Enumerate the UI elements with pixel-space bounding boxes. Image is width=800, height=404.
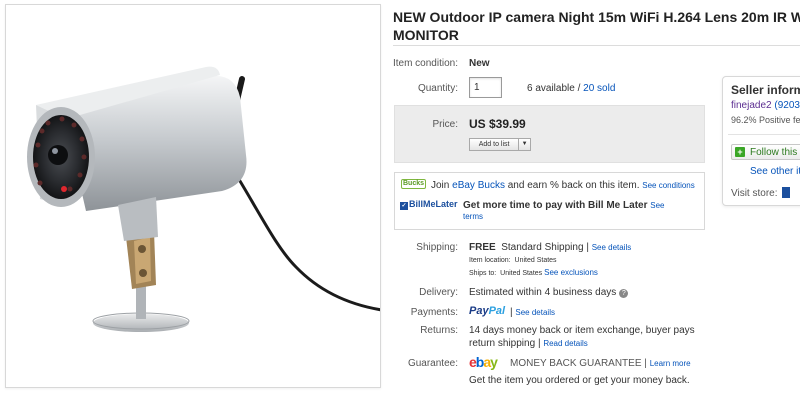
money-back-guarantee-row: MONEY BACK GUARANTEE | Learn more xyxy=(510,358,691,369)
follow-label: Follow this xyxy=(750,147,798,158)
bml-terms-link[interactable]: terms xyxy=(463,212,483,221)
returns-label: Returns: xyxy=(420,325,458,336)
ships-to-value: United States xyxy=(500,270,543,277)
returns-line2-row: return shipping | Read details xyxy=(469,338,588,349)
title-divider xyxy=(393,45,800,46)
bucks-earn-text: and earn % back on this item. xyxy=(507,180,640,191)
ebay-logo-y: y xyxy=(490,354,498,370)
item-location-value: United States xyxy=(514,257,557,264)
product-image xyxy=(27,66,380,332)
paypal-logo-pay: Pay xyxy=(469,305,489,317)
bucks-join-text: Join xyxy=(431,180,450,191)
price-value: US $39.99 xyxy=(469,117,526,131)
quantity-availability: 6 available / 20 sold xyxy=(527,83,615,94)
visit-store-row: Visit store: xyxy=(731,187,790,199)
condition-label: Item condition: xyxy=(392,58,458,69)
ebay-bucks-link[interactable]: eBay Bucks xyxy=(452,180,505,191)
seller-name-row: finejade2 (9203 xyxy=(731,100,800,111)
condition-value: New xyxy=(469,58,490,69)
add-to-list-button[interactable]: Add to list ▼ xyxy=(469,138,531,151)
ebay-bucks-icon: Bucks xyxy=(401,179,426,189)
returns-line2: return shipping xyxy=(469,338,536,349)
guarantee-label: Guarantee: xyxy=(407,358,458,369)
paypal-logo-pal: Pal xyxy=(488,305,506,317)
ships-to-label: Ships to: xyxy=(469,270,497,277)
delivery-row: Estimated within 4 business days? xyxy=(469,287,629,298)
add-to-list-label: Add to list xyxy=(470,139,520,150)
sold-count-link[interactable]: 20 sold xyxy=(583,83,615,94)
delivery-label: Delivery: xyxy=(419,287,458,298)
returns-pipe: | xyxy=(537,338,541,349)
bill-me-later-logo-text: BillMeLater xyxy=(409,199,458,209)
guarantee-text: Get the item you ordered or get your mon… xyxy=(469,375,690,386)
quantity-input[interactable] xyxy=(469,77,502,98)
price-box xyxy=(394,105,705,163)
item-location-label: Item location: xyxy=(469,257,511,264)
price-label: Price: xyxy=(432,119,458,130)
returns-read-details-link[interactable]: Read details xyxy=(543,339,587,348)
bml-see-link[interactable]: See xyxy=(650,201,664,210)
item-title-line1: NEW Outdoor IP camera Night 15m WiFi H.2… xyxy=(393,9,800,25)
see-other-items-link[interactable]: See other it xyxy=(750,166,800,177)
ebay-logo-e: e xyxy=(469,354,477,370)
info-icon[interactable]: ? xyxy=(619,289,629,298)
payments-details-row: | See details xyxy=(510,307,555,318)
item-title-line2: MONITOR xyxy=(393,27,459,43)
guarantee-pipe: | xyxy=(644,358,647,369)
product-image-panel[interactable] xyxy=(5,4,381,388)
ships-to-row: Ships to: United States See exclusions xyxy=(469,268,598,277)
seller-info-title: Seller inform xyxy=(731,83,800,97)
payments-see-details-link[interactable]: See details xyxy=(515,308,555,317)
shipping-row: FREE Standard Shipping | See details xyxy=(469,242,631,253)
visit-store-label: Visit store: xyxy=(731,188,778,199)
payments-pipe: | xyxy=(510,307,513,318)
money-back-guarantee-title: MONEY BACK GUARANTEE xyxy=(510,358,642,369)
see-conditions-link[interactable]: See conditions xyxy=(642,181,694,190)
payments-label: Payments: xyxy=(410,307,458,318)
returns-line1: 14 days money back or item exchange, buy… xyxy=(469,325,695,336)
seller-divider xyxy=(728,134,800,135)
shipping-pipe: | xyxy=(586,242,589,253)
paypal-logo: PayPal xyxy=(469,305,505,317)
bml-text: Get more time to pay with Bill Me Later … xyxy=(463,200,665,211)
seller-name-link[interactable]: finejade2 xyxy=(731,100,772,111)
bml-text-line: Get more time to pay with Bill Me Later xyxy=(463,200,648,211)
checkmark-icon: ✓ xyxy=(400,202,408,210)
availability-separator: / xyxy=(577,83,581,94)
store-icon[interactable] xyxy=(781,187,790,198)
follow-seller-button[interactable]: + Follow this xyxy=(731,144,800,160)
ebay-logo: ebay xyxy=(469,354,498,370)
see-exclusions-link[interactable]: See exclusions xyxy=(544,268,598,277)
item-title: NEW Outdoor IP camera Night 15m WiFi H.2… xyxy=(393,8,800,44)
seller-score[interactable]: (9203 xyxy=(774,100,800,111)
quantity-label: Quantity: xyxy=(417,83,458,94)
shipping-label: Shipping: xyxy=(416,242,458,253)
bill-me-later-logo: ✓ BillMeLater xyxy=(400,199,458,210)
seller-feedback: 96.2% Positive fe xyxy=(731,115,800,125)
plus-icon: + xyxy=(735,147,745,157)
available-count: 6 available xyxy=(527,83,575,94)
item-location-row: Item location: United States xyxy=(469,257,557,264)
learn-more-link[interactable]: Learn more xyxy=(650,359,691,368)
chevron-down-icon[interactable]: ▼ xyxy=(519,139,530,150)
shipping-free: FREE xyxy=(469,242,496,253)
shipping-method: Standard Shipping xyxy=(501,242,584,253)
shipping-see-details-link[interactable]: See details xyxy=(592,243,632,252)
delivery-estimate: Estimated within 4 business days xyxy=(469,287,617,298)
bucks-row: Join eBay Bucks and earn % back on this … xyxy=(431,180,695,191)
